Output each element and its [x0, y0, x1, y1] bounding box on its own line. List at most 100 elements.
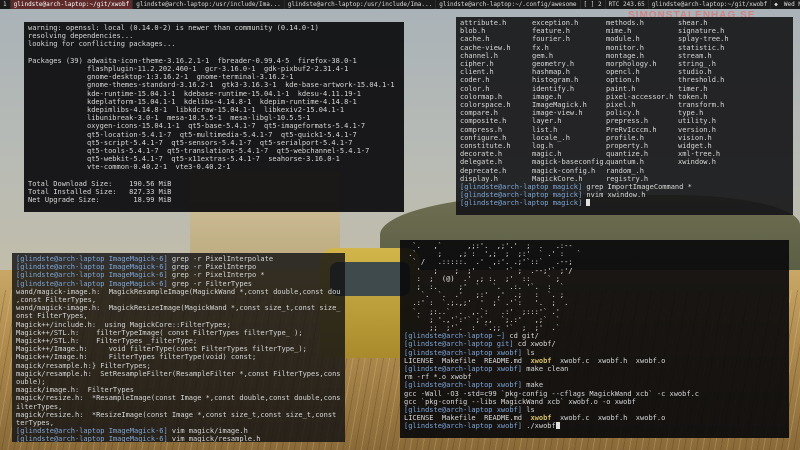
line-text: ,const FilterTypes,: [16, 296, 97, 305]
file-name: quantum.h: [606, 158, 644, 167]
output-line: [glindste@arch-laptop xwobf] ls: [404, 349, 785, 357]
line-text: Magick++/STL.h: FilterTypes _filterType;: [16, 337, 198, 346]
ascii-art: `. ,` ,;:'. ,;'.' ; . .:-- .` ; ,; : ',;…: [404, 242, 785, 332]
command-text: grep ImportImageCommand *: [582, 183, 692, 192]
output-line: [glindste@arch-laptop ImageMagick-6] vim…: [16, 427, 341, 435]
file-name: locale_.h: [532, 133, 570, 142]
output-line: magick/resample.h:} FilterTypes;: [16, 362, 341, 370]
output-line: magick/resize.h: *ResampleImage(const Im…: [16, 394, 341, 402]
top-panel: 1 glindste@arch-laptop:~/git/xwobf glind…: [0, 0, 800, 9]
file-name: fx.h: [532, 43, 549, 52]
file-name: vision.h: [678, 133, 712, 142]
file-name: configure.h: [460, 133, 507, 142]
output-line: magick/image.h: FilterTypes: [16, 386, 341, 394]
output-line: Magick++/STL.h: filterTypeImage( const F…: [16, 329, 341, 337]
line-text: vim magick/resample.h: [167, 435, 261, 442]
tray-icon[interactable]: ◆: [771, 0, 781, 9]
output-line: qt5-tools-5.4.1-7 qt5-translations-5.4.1…: [28, 147, 370, 156]
line-text: grep -r PixelInterpo: [167, 263, 257, 272]
line-text: terTypes,: [16, 419, 54, 428]
shell-prompt: [glindste@arch-laptop magick]: [460, 183, 583, 192]
file-name: magic.h: [532, 150, 562, 159]
line-text: ilterTypes,: [16, 402, 63, 411]
output-line: gcc -Wall -O3 -std=c99 `pkg-config --cfl…: [404, 390, 785, 398]
shell-prompt: [glindste@arch-laptop xwobf]: [404, 348, 523, 357]
file-name: image-view.h: [532, 109, 583, 118]
output-line: Packages (39) adwaita-icon-theme-3.16.2.…: [28, 56, 357, 65]
file-name: prepress.h: [606, 117, 649, 126]
line-text: make: [522, 381, 544, 390]
file-name: colorspace.h: [460, 101, 511, 110]
output-line: terTypes,: [16, 419, 341, 427]
shell-prompt: [glindste@arch-laptop magick]: [460, 191, 583, 200]
file-name: blob.h: [460, 27, 486, 36]
shell-prompt: [glindste@arch-laptop ImageMagick-6]: [16, 435, 168, 442]
shell-prompt: [glindste@arch-laptop magick]: [460, 199, 583, 208]
ascii-art-line: `. ;:..` . ,.`: .:' ;:::'` .': [404, 307, 569, 316]
file-name: shear.h: [678, 19, 708, 27]
task-tab[interactable]: glindste@arch-laptop:~/git/xwobf: [10, 0, 134, 9]
terminal-xwobf[interactable]: `. ,` ,;:'. ,;'.' ; . .:-- .` ; ,; : ',;…: [400, 240, 789, 438]
task-tab[interactable]: glindste@arch-laptop:~/.config/awesome: [436, 0, 581, 9]
shell-prompt: [glindste@arch-laptop ImageMagick-6]: [16, 279, 168, 288]
workspace-tag[interactable]: 1: [0, 0, 11, 9]
network-widget: RTC 243.65: [606, 0, 649, 9]
file-name: montage.h: [606, 51, 644, 60]
line-text: magick/resample.h: SetResampleFilter(Res…: [16, 369, 341, 378]
file-name: list.h: [532, 125, 558, 134]
ascii-art-line: `. ,` ,;:'. ,;'.' ; . .:--: [404, 242, 582, 250]
output-line: [glindste@arch-laptop xwobf] ./xwobf: [404, 422, 785, 430]
output-line: onst FilterTypes,: [16, 312, 341, 320]
file-name: signature.h: [678, 27, 725, 36]
task-tab[interactable]: glindste@arch-laptop:/usr/include/Ima...: [133, 0, 285, 9]
output-line: [glindste@arch-laptop xwobf] make: [404, 381, 785, 389]
file-name: transform.h: [678, 101, 725, 110]
output-line: magick/resize.h: *ResizeImage(const Imag…: [16, 411, 341, 419]
file-name: cache.h: [460, 35, 490, 44]
task-tab[interactable]: glindste@arch-laptop:/usr/include/Ima...: [285, 0, 437, 9]
file-name: display.h: [460, 174, 498, 183]
file-name: deprecate.h: [460, 166, 507, 175]
output-line: magick/resample.h: SetResampleFilter(Res…: [16, 370, 341, 378]
terminal-grep[interactable]: [glindste@arch-laptop ImageMagick-6] gre…: [12, 253, 345, 442]
output-line: Magick++/STL.h: FilterTypes _filterType;: [16, 337, 341, 345]
line-text: rm -rf *.o xwobf: [404, 373, 472, 382]
line-text: grep -r FilterTypes: [167, 279, 253, 288]
shell-prompt: [glindste@arch-laptop xwobf]: [404, 422, 523, 431]
task-tab[interactable]: glindste@arch-laptop:~/git/xwobf: [649, 0, 772, 9]
file-name: color.h: [460, 84, 490, 93]
output-line: ,const FilterTypes,: [16, 296, 341, 304]
output-line: [glindste@arch-laptop ImageMagick-6] gre…: [16, 255, 341, 263]
file-name: statistic.h: [678, 43, 725, 52]
file-name: log.h: [532, 142, 554, 151]
file-name: timer.h: [678, 84, 708, 93]
ascii-art-line: ; :. ;' ` `. .:. '`. : `: [404, 283, 565, 292]
terminal-pacman[interactable]: warning: openssl: local (0.14.0-2) is ne…: [24, 22, 404, 212]
output-line: warning: openssl: local (0.14.0-2) is ne…: [28, 24, 319, 32]
line-text: Magick++/STL.h: filterTypeImage( const F…: [16, 328, 303, 337]
file-listing: attribute.h blob.h cache.h cache-view.h chan…: [460, 19, 789, 183]
output-line: qt5-script-5.4.1-7 qt5-sensors-5.4.1-7 q…: [28, 138, 353, 147]
file-name: geometry.h: [532, 60, 575, 69]
file-name: option.h: [606, 76, 640, 85]
file-name: threshold.h: [678, 76, 725, 85]
file-name: string_.h: [678, 60, 716, 69]
ascii-art-line: `. `. .' ;:' ,' .; : `. ;: [404, 291, 565, 300]
file-name: token.h: [678, 92, 708, 101]
file-name: studio.h: [678, 68, 712, 77]
line-text: ./xwobf: [522, 422, 556, 431]
listing-column: attribute.h blob.h cache.h cache-view.h chan…: [460, 19, 532, 183]
text-cursor: [586, 199, 591, 207]
file-name: [678, 175, 750, 183]
layout-indicator[interactable]: [ ] 2: [581, 0, 606, 9]
file-name: opencl.h: [606, 68, 640, 77]
terminal-magick-headers[interactable]: attribute.h blob.h cache.h cache-view.h chan…: [456, 17, 793, 215]
file-name: identify.h: [532, 84, 575, 93]
shell-prompt: [glindste@arch-laptop ~]: [404, 332, 506, 341]
file-name: MagickCore.h: [532, 174, 583, 183]
line-text: wand/magick-image.h: MagickResizeImage(M…: [16, 304, 341, 313]
line-text: ls: [522, 406, 535, 415]
